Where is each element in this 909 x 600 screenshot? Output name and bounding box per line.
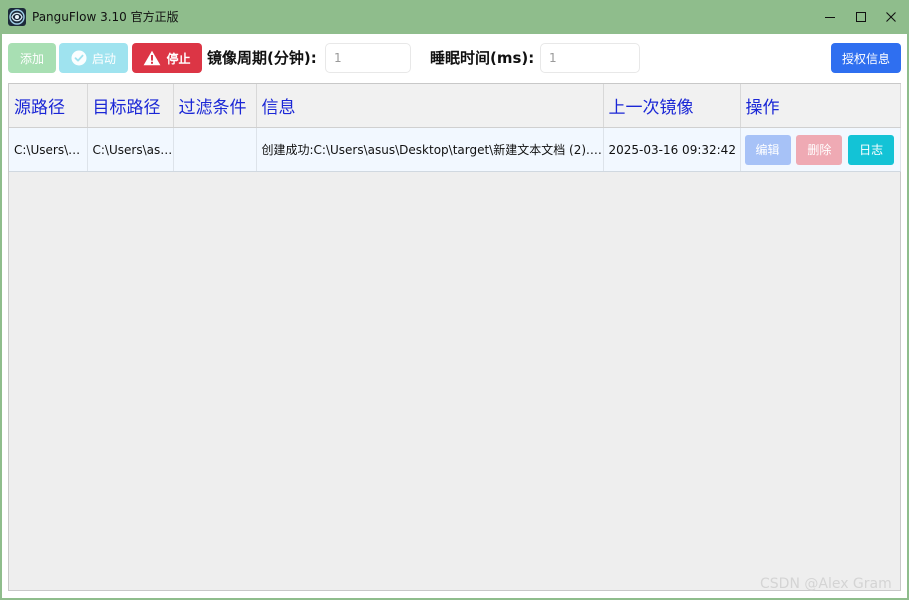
main-panel: 添加 启动 停止 镜像周期(分钟): 1 睡眠时间(ms): 1 授权信息 源路… [2,34,907,598]
period-label: 镜像周期(分钟): [207,49,317,67]
maximize-button[interactable] [847,4,875,30]
column-header-source[interactable]: 源路径 [9,84,88,128]
add-button-label: 添加 [19,51,44,66]
table-header-row: 源路径 目标路径 过滤条件 信息 上一次镜像 操作 [9,84,901,128]
sleep-input[interactable]: 1 [540,43,640,73]
column-header-filter[interactable]: 过滤条件 [173,84,257,128]
table-row[interactable]: C:\Users\asus\Desktop\source C:\Users\as… [9,127,901,172]
start-button[interactable]: 启动 [59,43,128,73]
check-circle-icon [71,50,87,66]
sleep-value: 1 [549,51,557,65]
cell-filter [173,127,257,172]
sleep-label: 睡眠时间(ms): [430,49,535,67]
minimize-button[interactable] [816,4,844,30]
cell-target-path: C:\Users\asus\Desktop\target [87,127,174,172]
cell-source-path: C:\Users\asus\Desktop\source [9,127,88,172]
stop-button-label: 停止 [166,51,191,66]
app-logo-icon [8,8,26,26]
window-title: PanguFlow 3.10 官方正版 [32,10,179,24]
edit-button[interactable]: 编辑 [744,134,791,165]
start-button-label: 启动 [91,51,116,66]
title-bar[interactable]: PanguFlow 3.10 官方正版 [0,0,909,34]
warning-triangle-icon [143,50,161,66]
mirror-table: 源路径 目标路径 过滤条件 信息 上一次镜像 操作 C:\Users\asus\… [8,83,901,591]
cell-actions: 编辑 删除 日志 [740,127,901,172]
period-input[interactable]: 1 [325,43,411,73]
watermark-text: CSDN @Alex Gram [760,576,892,592]
toolbar: 添加 启动 停止 镜像周期(分钟): 1 睡眠时间(ms): 1 授权信息 [2,34,907,82]
column-header-last-mirror[interactable]: 上一次镜像 [603,84,741,128]
license-info-button[interactable]: 授权信息 [831,43,901,73]
close-button[interactable] [877,4,905,30]
cell-last-mirror: 2025-03-16 09:32:42 [603,127,741,172]
column-header-actions[interactable]: 操作 [740,84,901,128]
column-header-info[interactable]: 信息 [256,84,604,128]
log-button[interactable]: 日志 [848,134,895,165]
delete-button[interactable]: 删除 [796,134,843,165]
license-info-label: 授权信息 [841,51,890,66]
add-button[interactable]: 添加 [8,43,56,73]
stop-button[interactable]: 停止 [132,43,202,73]
period-value: 1 [334,51,342,65]
cell-info: 创建成功:C:\Users\asus\Desktop\target\新建文本文档… [256,127,604,172]
column-header-target[interactable]: 目标路径 [87,84,174,128]
